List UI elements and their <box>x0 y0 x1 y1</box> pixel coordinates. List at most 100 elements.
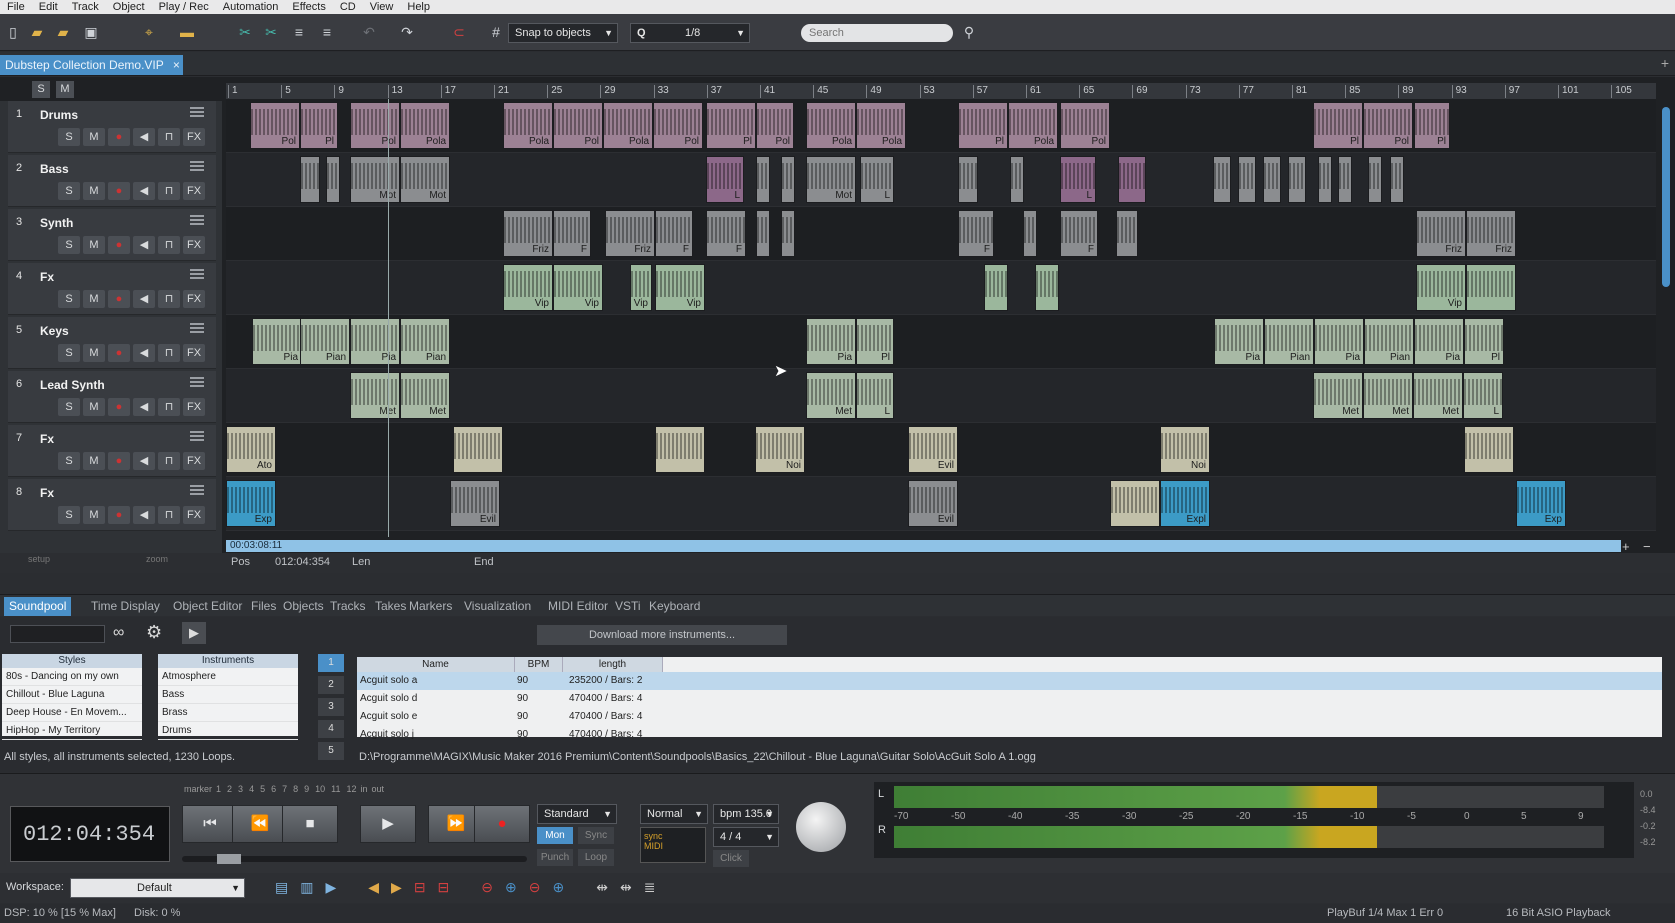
fx-button[interactable]: FX <box>183 128 205 146</box>
speaker-icon[interactable]: ◀ <box>133 128 155 146</box>
audio-clip[interactable]: Pia <box>1314 318 1364 365</box>
audio-clip[interactable]: Vip <box>553 264 603 311</box>
record-arm-icon[interactable]: ● <box>108 236 130 254</box>
track-menu-icon[interactable] <box>190 161 204 173</box>
zoom-v-icon[interactable]: ⊕ <box>505 879 517 896</box>
track-lane-8[interactable]: Exp Evil Evil Expl Exp <box>226 477 1656 531</box>
rewind-button[interactable]: ⏪ <box>232 805 288 843</box>
page-button[interactable]: 3 <box>318 698 344 716</box>
record-arm-icon[interactable]: ● <box>108 290 130 308</box>
fx-button[interactable]: FX <box>183 452 205 470</box>
play-preview-button[interactable]: ▶ <box>182 622 206 644</box>
audio-clip[interactable] <box>453 426 503 473</box>
audio-clip[interactable]: Friz <box>503 210 553 257</box>
menu-play-rec[interactable]: Play / Rec <box>152 0 216 14</box>
audio-clip[interactable] <box>1238 156 1256 203</box>
audio-clip[interactable]: Mot <box>400 156 450 203</box>
table-row[interactable]: Acguit solo j 90 470400 / Bars: 4 <box>357 726 1662 744</box>
list-item[interactable]: Drums <box>158 722 298 740</box>
lock-icon[interactable]: ⊓ <box>158 290 180 308</box>
audio-clip[interactable]: Pol <box>1363 102 1413 149</box>
audio-clip[interactable]: L <box>856 372 894 419</box>
audio-clip[interactable]: Vip <box>630 264 652 311</box>
mute-button[interactable]: M <box>83 344 105 362</box>
lock-icon[interactable]: ⊓ <box>158 344 180 362</box>
audio-clip[interactable]: L <box>706 156 744 203</box>
track-lane-7[interactable]: Ato Noi Evil Noi <box>226 423 1656 477</box>
audio-clip[interactable] <box>326 156 340 203</box>
record-arm-icon[interactable]: ● <box>108 128 130 146</box>
track-lanes[interactable]: Pol Pl Pol Pola Pola Pol Pola Pol Pl Pol Pola Pola P… <box>226 99 1656 537</box>
list-icon[interactable]: ≣ <box>644 879 656 896</box>
audio-clip[interactable]: Evil <box>450 480 500 527</box>
page-button[interactable]: 1 <box>318 654 344 672</box>
audio-clip[interactable]: Met <box>1413 372 1463 419</box>
list-item[interactable]: Deep House - En Movem... <box>2 704 142 722</box>
audio-clip[interactable]: Pl <box>958 102 1008 149</box>
play-button[interactable]: ▶ <box>360 805 416 843</box>
audio-clip[interactable] <box>958 156 978 203</box>
tab-visualization[interactable]: Visualization <box>459 597 536 616</box>
tab-vsti[interactable]: VSTi <box>610 597 646 616</box>
monitor-button[interactable]: Mon <box>537 827 573 844</box>
track-lane-6[interactable]: Met Met Met L Met Met Met L <box>226 369 1656 423</box>
sync-button[interactable]: Sync <box>578 827 614 844</box>
mute-button[interactable]: M <box>83 182 105 200</box>
track-header-4[interactable]: 4 Fx S M ● ◀ ⊓ FX <box>8 263 216 315</box>
record-arm-icon[interactable]: ● <box>108 182 130 200</box>
table-row[interactable]: Acguit solo d 90 470400 / Bars: 4 <box>357 690 1662 708</box>
list-item[interactable]: HipHop - My Territory <box>2 722 142 740</box>
bpm-field[interactable]: bpm 135.0 ▼ <box>713 804 779 824</box>
audio-clip[interactable]: Vip <box>503 264 553 311</box>
audio-clip[interactable]: Pia <box>350 318 400 365</box>
track-lane-5[interactable]: Pia Pian Pia Pian Pia Pl Pia Pian Pia Pian Pia Pl <box>226 315 1656 369</box>
track-menu-icon[interactable] <box>190 377 204 389</box>
lock-icon[interactable]: ⊓ <box>158 128 180 146</box>
zoom-out-icon[interactable]: − <box>1643 539 1651 554</box>
range2-icon[interactable]: ⊟ <box>438 879 450 896</box>
mode-select[interactable]: Standard ▼ <box>537 804 617 824</box>
track-menu-icon[interactable] <box>190 107 204 119</box>
menu-track[interactable]: Track <box>65 0 106 14</box>
mute-button[interactable]: M <box>83 128 105 146</box>
menu-object[interactable]: Object <box>106 0 152 14</box>
audio-clip[interactable]: Pl <box>300 102 338 149</box>
zoom-h-icon[interactable]: ⊖ <box>481 879 493 896</box>
audio-clip[interactable]: Pia <box>806 318 856 365</box>
audio-clip[interactable] <box>1263 156 1281 203</box>
audio-clip[interactable]: Pia <box>252 318 302 365</box>
page-button[interactable]: 2 <box>318 676 344 694</box>
sync-midi-indicator[interactable]: sync MIDI <box>640 827 706 863</box>
layout-icon[interactable]: ▤ <box>275 879 288 896</box>
audio-clip[interactable] <box>300 156 320 203</box>
mute-button[interactable]: M <box>83 236 105 254</box>
zoom-fit-icon[interactable]: ⊖ <box>529 879 541 896</box>
speaker-icon[interactable]: ◀ <box>133 236 155 254</box>
fx-button[interactable]: FX <box>183 398 205 416</box>
column-length[interactable]: length <box>563 657 663 672</box>
audio-clip[interactable] <box>1010 156 1024 203</box>
add-tab-icon[interactable]: + <box>1661 55 1669 71</box>
audio-clip[interactable]: Pl <box>1414 102 1450 149</box>
magnet-icon[interactable]: ⊂ <box>450 23 468 41</box>
audio-clip[interactable]: Met <box>350 372 400 419</box>
solo-button[interactable]: S <box>58 452 80 470</box>
audio-clip[interactable] <box>1466 264 1516 311</box>
list-item[interactable]: Brass <box>158 704 298 722</box>
solo-button[interactable]: S <box>58 290 80 308</box>
tempo-icon[interactable]: ⇹ <box>596 879 608 896</box>
record-arm-icon[interactable]: ● <box>108 452 130 470</box>
mouse-mode-icon[interactable]: ⌖ <box>140 23 158 41</box>
audio-clip[interactable]: F <box>1060 210 1098 257</box>
range-icon[interactable]: ⊟ <box>414 879 426 896</box>
audio-clip[interactable]: Mot <box>350 156 400 203</box>
tab-tracks[interactable]: Tracks <box>325 597 371 616</box>
track-name[interactable]: Drums <box>40 108 78 122</box>
track-lane-4[interactable]: Vip Vip Vip Vip Vip <box>226 261 1656 315</box>
speaker-icon[interactable]: ◀ <box>133 506 155 524</box>
mute-button[interactable]: M <box>83 290 105 308</box>
playhead-line[interactable] <box>388 99 389 537</box>
open-folder-icon[interactable]: ▰ <box>28 23 46 41</box>
track-menu-icon[interactable] <box>190 323 204 335</box>
punch-button[interactable]: Punch <box>537 849 573 866</box>
